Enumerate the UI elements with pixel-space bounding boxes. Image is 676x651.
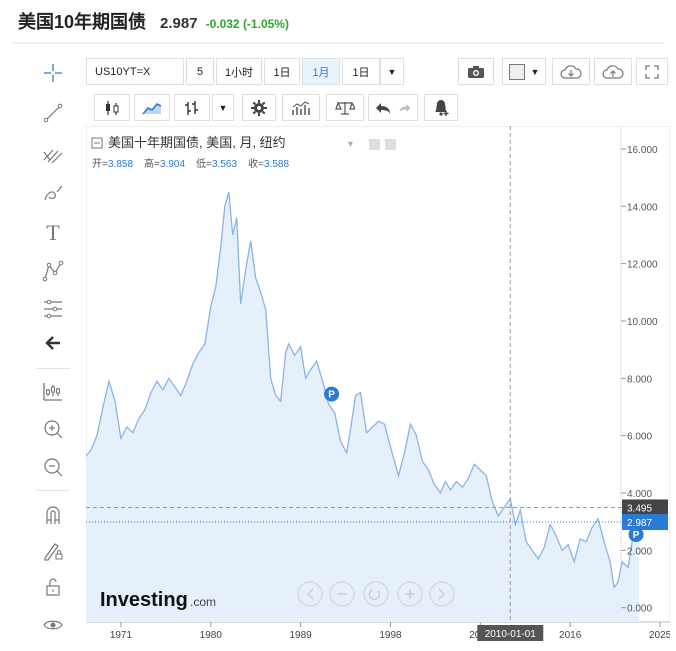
- interval-1h-button[interactable]: 1小时: [216, 58, 262, 85]
- interval-1m-button[interactable]: 1月: [302, 58, 340, 85]
- watermark-suffix: .com: [190, 595, 216, 609]
- compare-button[interactable]: [174, 94, 210, 121]
- y-tick-label: 8.000: [627, 374, 652, 385]
- settings-button[interactable]: [242, 94, 276, 121]
- brush-icon[interactable]: [28, 178, 78, 208]
- chevron-down-icon: ▼: [387, 66, 397, 77]
- legend-settings-icon[interactable]: [369, 139, 380, 150]
- interval-5-button[interactable]: 5: [186, 58, 214, 85]
- crosshair-price-label: 3.495: [627, 503, 652, 514]
- interval-1d-button[interactable]: 1日: [264, 58, 300, 85]
- cloud-upload-button[interactable]: [594, 58, 632, 85]
- crosshair-icon[interactable]: [28, 58, 78, 88]
- chart-type-button[interactable]: ▼: [502, 58, 546, 85]
- indicators-button[interactable]: [282, 94, 320, 121]
- instrument-title: 美国10年期国债: [18, 12, 147, 32]
- price-change: -0.032 (-1.05%): [205, 17, 289, 31]
- crosshair-date-label: 2010-01-01: [485, 629, 537, 640]
- last-price: 2.987: [160, 15, 198, 32]
- x-tick-label: 1980: [200, 630, 223, 641]
- compare-dropdown-button[interactable]: ▼: [212, 94, 234, 121]
- ohlc-value: 3.858: [108, 159, 133, 170]
- ohlc-label: 收=: [248, 157, 264, 170]
- y-tick-label: 2.000: [627, 546, 652, 557]
- redo-icon: [399, 103, 411, 113]
- back-arrow-icon[interactable]: [28, 328, 78, 358]
- cloud-download-button[interactable]: [552, 58, 590, 85]
- y-tick-label: 14.000: [627, 202, 658, 213]
- price-chart[interactable]: 0.000 2.000 4.000 6.000 8.000 10.000 12.000 14.…: [80, 125, 672, 646]
- lock-icon[interactable]: [28, 572, 78, 602]
- bell-plus-icon: [435, 99, 449, 116]
- pitchfork-icon[interactable]: [28, 138, 78, 168]
- x-tick-label: 2025: [649, 630, 670, 641]
- legend-close-icon[interactable]: [385, 139, 396, 150]
- ohlc-label: 开=: [92, 159, 108, 170]
- undo-icon: [376, 102, 390, 114]
- scale-button[interactable]: [326, 94, 364, 121]
- event-marker-label: P: [328, 390, 335, 401]
- area-chart-icon: [142, 102, 162, 115]
- y-tick-label: 10.000: [627, 317, 658, 328]
- fullscreen-button[interactable]: [636, 58, 668, 85]
- fib-icon[interactable]: [28, 294, 78, 324]
- y-tick-label: 16.000: [627, 145, 658, 156]
- magnet-icon[interactable]: [28, 500, 78, 530]
- zoom-in-icon[interactable]: [28, 414, 78, 444]
- x-tick-label: 1998: [379, 630, 402, 641]
- indicator-icon[interactable]: [28, 376, 78, 406]
- chart-area[interactable]: 0.000 2.000 4.000 6.000 8.000 10.000 12.000 14.…: [80, 125, 672, 646]
- alert-button[interactable]: [424, 94, 458, 121]
- camera-icon: [468, 65, 484, 78]
- ohlc-value: 3.563: [212, 159, 237, 170]
- undo-redo-button[interactable]: [368, 94, 418, 121]
- toolbar-separator: [36, 490, 70, 491]
- cloud-upload-icon: [602, 64, 624, 79]
- square-icon: [508, 63, 525, 80]
- lock-draw-icon[interactable]: [28, 536, 78, 566]
- cloud-download-icon: [560, 64, 582, 79]
- indicator-chart-icon: [292, 100, 310, 115]
- eye-icon[interactable]: [28, 610, 78, 640]
- text-icon[interactable]: T: [28, 218, 78, 248]
- y-tick-label: 4.000: [627, 489, 652, 500]
- y-tick-label: 6.000: [627, 432, 652, 443]
- ohlc-label: 低=: [196, 157, 212, 170]
- candlestick-icon: [106, 100, 119, 115]
- ohlc-value: 3.904: [160, 159, 185, 170]
- pattern-icon[interactable]: [28, 256, 78, 286]
- x-tick-label: 1971: [110, 630, 133, 641]
- chevron-down-icon: ▼: [218, 102, 228, 113]
- chart-toolbar: US10YT=X 5 1小时 1日 1月 1日 ▼ ▼ ▼: [86, 58, 670, 126]
- fullscreen-icon: [645, 64, 659, 79]
- event-marker-label: P: [633, 530, 640, 541]
- range-select[interactable]: 1日: [342, 58, 380, 85]
- gear-icon: [251, 99, 267, 116]
- trendline-icon[interactable]: [28, 98, 78, 128]
- x-tick-label: 1989: [290, 630, 313, 641]
- symbol-input[interactable]: US10YT=X: [86, 58, 184, 85]
- area-style-button[interactable]: [134, 94, 170, 121]
- legend-dropdown-icon[interactable]: ▾: [348, 139, 353, 150]
- quote-header: 美国10年期国债 2.987 -0.032 (-1.05%): [18, 8, 289, 38]
- balance-icon: [335, 100, 355, 115]
- toolbar-separator: [36, 368, 70, 369]
- screenshot-button[interactable]: [458, 58, 494, 85]
- chevron-down-icon: ▼: [530, 66, 540, 77]
- ohlc-value: 3.588: [264, 159, 289, 170]
- y-tick-label: 0.000: [627, 604, 652, 615]
- legend-title: 美国十年期国债, 美国, 月, 纽约: [108, 135, 286, 150]
- watermark-brand: Investing: [100, 589, 188, 611]
- last-price-label: 2.987: [627, 518, 652, 529]
- ohlc-label: 高=: [144, 157, 160, 170]
- header-divider: [12, 42, 664, 44]
- bars-compare-icon: [185, 100, 198, 115]
- x-tick-label: 2016: [559, 630, 582, 641]
- y-tick-label: 12.000: [627, 260, 658, 271]
- candles-button[interactable]: [94, 94, 130, 121]
- range-dropdown-button[interactable]: ▼: [380, 58, 404, 85]
- zoom-out-icon[interactable]: [28, 452, 78, 482]
